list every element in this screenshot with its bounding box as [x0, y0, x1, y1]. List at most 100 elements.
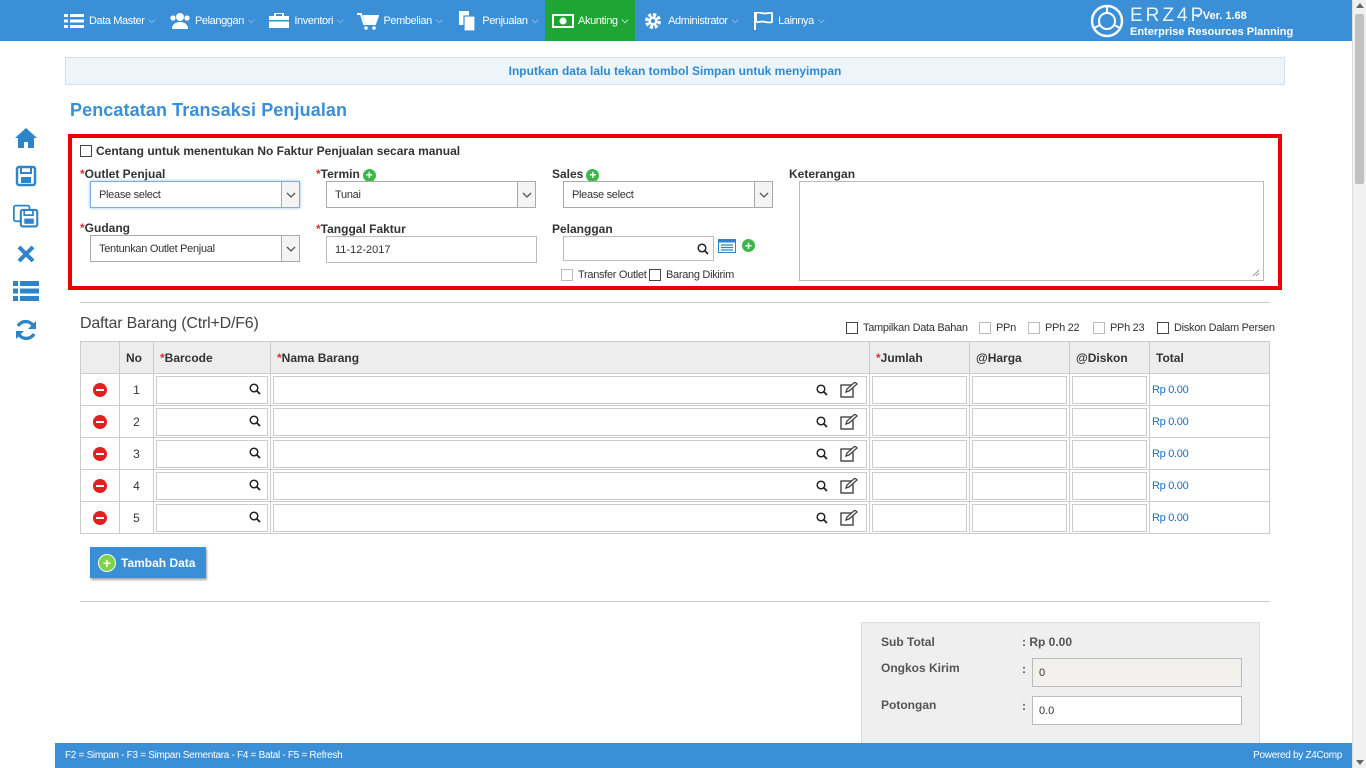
barcode-cell [153, 373, 271, 406]
diskon-input[interactable] [1072, 471, 1147, 500]
sales-label: Sales + [552, 167, 600, 182]
barcode-input[interactable] [156, 407, 268, 436]
gudang-select[interactable]: Tentunkan Outlet Penjual [90, 235, 300, 262]
diskon-persen-checkbox[interactable] [1157, 322, 1169, 334]
search-icon[interactable] [816, 479, 828, 492]
save-draft-button[interactable] [13, 203, 39, 229]
add-customer-icon[interactable]: + [742, 239, 755, 252]
barcode-input[interactable] [156, 439, 268, 468]
remove-row-icon[interactable] [93, 414, 107, 429]
barcode-input[interactable] [156, 503, 268, 532]
tampilkan-bahan-checkbox[interactable] [846, 322, 858, 334]
search-icon[interactable] [697, 243, 709, 255]
ongkos-kirim-value: 0 [1039, 666, 1046, 679]
edit-icon[interactable] [840, 413, 858, 430]
scroll-up-icon[interactable] [1356, 3, 1364, 8]
jumlah-input[interactable] [872, 407, 967, 436]
add-termin-icon[interactable]: + [362, 168, 376, 182]
sales-select[interactable]: Please select [563, 181, 773, 208]
remove-row-icon[interactable] [93, 510, 107, 525]
menu-akunting[interactable]: Akunting ⌵ [545, 0, 636, 41]
harga-input[interactable] [972, 439, 1067, 468]
search-icon[interactable] [816, 383, 828, 396]
tanggal-faktur-input[interactable]: 11-12-2017 [326, 236, 537, 263]
menu-administrator[interactable]: Administrator ⌵ [635, 0, 745, 41]
ongkos-kirim-label: Ongkos Kirim [881, 661, 960, 675]
list-button[interactable] [13, 278, 39, 304]
cancel-button[interactable] [13, 241, 39, 267]
nama-barang-input[interactable] [273, 503, 867, 532]
harga-input[interactable] [972, 471, 1067, 500]
harga-input[interactable] [972, 375, 1067, 404]
add-row-label: Tambah Data [121, 555, 196, 570]
chevron-down-icon: ⌵ [247, 15, 255, 25]
diskon-input[interactable] [1072, 439, 1147, 468]
search-icon[interactable] [249, 510, 261, 523]
menu-pelanggan[interactable]: Pelanggan ⌵ [162, 0, 261, 41]
add-sales-icon[interactable]: + [586, 168, 600, 182]
menu-inventori[interactable]: Inventori ⌵ [261, 0, 350, 41]
search-icon[interactable] [816, 447, 828, 460]
pph22-checkbox[interactable] [1028, 322, 1040, 334]
jumlah-input[interactable] [872, 375, 967, 404]
pelanggan-input[interactable] [563, 236, 714, 261]
resize-handle-icon[interactable] [1252, 269, 1260, 277]
add-row-button[interactable]: + Tambah Data [90, 547, 206, 578]
harga-cell [969, 469, 1070, 502]
col-nama-barang: *Nama Barang [270, 341, 870, 374]
edit-icon[interactable] [840, 445, 858, 462]
outlet-select[interactable]: Please select [90, 181, 300, 208]
subtotal-value: : Rp 0.00 [1022, 635, 1073, 649]
potongan-value: 0.0 [1039, 704, 1055, 717]
termin-select[interactable]: Tunai [326, 181, 536, 208]
menu-penjualan[interactable]: Penjualan ⌵ [449, 0, 545, 41]
keterangan-textarea[interactable] [799, 181, 1264, 281]
search-icon[interactable] [249, 478, 261, 491]
search-icon[interactable] [816, 415, 828, 428]
barcode-input[interactable] [156, 471, 268, 500]
manual-invoice-checkbox[interactable] [80, 145, 92, 157]
edit-icon[interactable] [840, 381, 858, 398]
barcode-input[interactable] [156, 375, 268, 404]
remove-row-icon[interactable] [93, 478, 107, 493]
diskon-input[interactable] [1072, 375, 1147, 404]
nama-barang-input[interactable] [273, 375, 867, 404]
ongkos-kirim-input[interactable]: 0 [1032, 658, 1242, 687]
nama-barang-input[interactable] [273, 439, 867, 468]
harga-input[interactable] [972, 407, 1067, 436]
remove-row-icon[interactable] [93, 446, 107, 461]
vertical-scrollbar[interactable] [1352, 0, 1366, 768]
pph23-checkbox[interactable] [1093, 322, 1105, 334]
barang-dikirim-checkbox[interactable] [649, 269, 661, 281]
table-header-row: No *Barcode *Nama Barang *Jumlah @Harga … [80, 341, 1270, 374]
transfer-outlet-checkbox[interactable] [561, 269, 573, 281]
nama-barang-cell [270, 501, 870, 534]
menu-pembelian[interactable]: Pembelian ⌵ [350, 0, 449, 41]
search-icon[interactable] [249, 414, 261, 427]
search-icon[interactable] [249, 382, 261, 395]
home-button[interactable] [13, 125, 39, 151]
remove-row-icon[interactable] [93, 382, 107, 397]
customer-list-icon[interactable] [718, 239, 736, 253]
edit-icon[interactable] [840, 509, 858, 526]
menu-data-master[interactable]: Data Master ⌵ [56, 0, 162, 41]
diskon-input[interactable] [1072, 407, 1147, 436]
nama-barang-input[interactable] [273, 407, 867, 436]
scroll-down-icon[interactable] [1356, 760, 1364, 765]
search-icon[interactable] [816, 511, 828, 524]
diskon-input[interactable] [1072, 503, 1147, 532]
nama-barang-input[interactable] [273, 471, 867, 500]
jumlah-input[interactable] [872, 503, 967, 532]
harga-input[interactable] [972, 503, 1067, 532]
jumlah-input[interactable] [872, 439, 967, 468]
jumlah-input[interactable] [872, 471, 967, 500]
edit-icon[interactable] [840, 477, 858, 494]
potongan-input[interactable]: 0.0 [1032, 696, 1242, 725]
menu-lainnya[interactable]: Lainnya ⌵ [745, 0, 831, 41]
save-button[interactable] [13, 163, 39, 189]
table-row: 2 Rp 0.00 [80, 405, 1270, 438]
ppn-checkbox[interactable] [979, 322, 991, 334]
scroll-thumb[interactable] [1355, 14, 1364, 184]
refresh-button[interactable] [13, 317, 39, 343]
search-icon[interactable] [249, 446, 261, 459]
